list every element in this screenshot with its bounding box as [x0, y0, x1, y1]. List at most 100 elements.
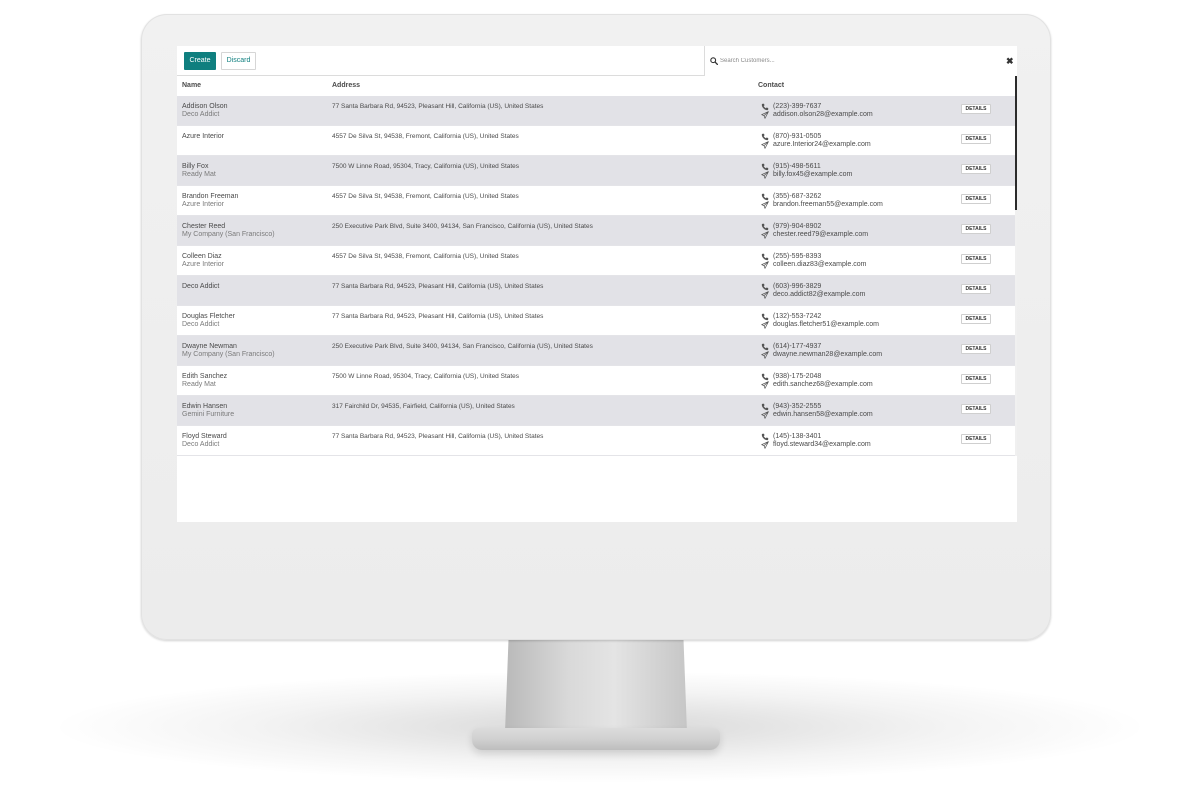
customer-address: 4557 De Silva St, 94538, Fremont, Califo… — [332, 133, 519, 140]
customer-name: Edith Sanchez — [182, 373, 228, 380]
customer-phone[interactable]: (979)-904-8902 — [773, 223, 821, 231]
table-row[interactable]: Dwayne Newman My Company (San Francisco)… — [177, 336, 1015, 366]
phone-icon — [761, 253, 769, 261]
phone-icon — [761, 313, 769, 321]
table-row[interactable]: Douglas Fletcher Deco Addict 77 Santa Ba… — [177, 306, 1015, 336]
details-button[interactable]: DETAILS — [961, 224, 991, 234]
customer-company: Ready Mat — [182, 381, 216, 388]
details-button[interactable]: DETAILS — [961, 194, 991, 204]
table-row[interactable]: Chester Reed My Company (San Francisco) … — [177, 216, 1015, 246]
customer-email[interactable]: floyd.steward34@example.com — [773, 441, 871, 449]
monitor-stand-base — [472, 728, 720, 750]
customer-phone[interactable]: (938)-175-2048 — [773, 373, 821, 381]
customer-list: Addison Olson Deco Addict 77 Santa Barba… — [177, 96, 1015, 456]
scrollbar-thumb[interactable] — [1015, 76, 1017, 210]
customer-email[interactable]: chester.reed79@example.com — [773, 231, 868, 239]
phone-icon — [761, 163, 769, 171]
table-row[interactable]: Colleen Diaz Azure Interior 4557 De Silv… — [177, 246, 1015, 276]
customer-company: Deco Addict — [182, 111, 220, 118]
phone-icon — [761, 403, 769, 411]
details-button[interactable]: DETAILS — [961, 434, 991, 444]
customer-address: 4557 De Silva St, 94538, Fremont, Califo… — [332, 253, 519, 260]
customer-phone[interactable]: (603)-996-3829 — [773, 283, 821, 291]
details-button[interactable]: DETAILS — [961, 344, 991, 354]
paper-plane-icon — [761, 141, 769, 149]
customer-email[interactable]: deco.addict82@example.com — [773, 291, 865, 299]
search-input[interactable] — [720, 54, 990, 68]
column-header-address[interactable]: Address — [332, 76, 360, 96]
search-box[interactable]: ✖ — [704, 46, 1017, 76]
customer-phone[interactable]: (223)-399-7637 — [773, 103, 821, 111]
details-button[interactable]: DETAILS — [961, 314, 991, 324]
discard-button[interactable]: Discard — [221, 52, 256, 70]
table-row[interactable]: Brandon Freeman Azure Interior 4557 De S… — [177, 186, 1015, 216]
paper-plane-icon — [761, 381, 769, 389]
customer-address: 77 Santa Barbara Rd, 94523, Pleasant Hil… — [332, 103, 544, 110]
column-header-name[interactable]: Name — [182, 76, 201, 96]
details-button[interactable]: DETAILS — [961, 134, 991, 144]
close-icon[interactable]: ✖ — [1006, 56, 1014, 66]
customer-phone[interactable]: (145)-138-3401 — [773, 433, 821, 441]
customer-name: Deco Addict — [182, 283, 220, 290]
paper-plane-icon — [761, 321, 769, 329]
create-button[interactable]: Create — [184, 52, 216, 70]
table-row[interactable]: Azure Interior 4557 De Silva St, 94538, … — [177, 126, 1015, 156]
details-button[interactable]: DETAILS — [961, 164, 991, 174]
column-header-contact[interactable]: Contact — [758, 76, 784, 96]
customer-phone[interactable]: (870)-931-0505 — [773, 133, 821, 141]
customer-phone[interactable]: (943)-352-2555 — [773, 403, 821, 411]
paper-plane-icon — [761, 351, 769, 359]
customer-phone[interactable]: (614)-177-4937 — [773, 343, 821, 351]
customer-phone[interactable]: (255)-595-8393 — [773, 253, 821, 261]
details-button[interactable]: DETAILS — [961, 254, 991, 264]
customer-phone[interactable]: (132)-553-7242 — [773, 313, 821, 321]
customer-name: Addison Olson — [182, 103, 228, 110]
search-icon — [710, 57, 718, 65]
customer-address: 7500 W Linne Road, 95304, Tracy, Califor… — [332, 163, 520, 170]
customer-email[interactable]: douglas.fletcher51@example.com — [773, 321, 879, 329]
customer-email[interactable]: azure.Interior24@example.com — [773, 141, 871, 149]
customer-email[interactable]: colleen.diaz83@example.com — [773, 261, 867, 269]
table-row[interactable]: Addison Olson Deco Addict 77 Santa Barba… — [177, 96, 1015, 126]
customer-company: Deco Addict — [182, 321, 220, 328]
customer-phone[interactable]: (355)-687-3262 — [773, 193, 821, 201]
paper-plane-icon — [761, 441, 769, 449]
paper-plane-icon — [761, 291, 769, 299]
table-row[interactable]: Edwin Hansen Gemini Furniture 317 Fairch… — [177, 396, 1015, 426]
details-button[interactable]: DETAILS — [961, 404, 991, 414]
customer-name: Brandon Freeman — [182, 193, 239, 200]
table-header: Name Address Contact — [177, 76, 1017, 96]
customer-address: 4557 De Silva St, 94538, Fremont, Califo… — [332, 193, 519, 200]
customer-name: Dwayne Newman — [182, 343, 237, 350]
table-row[interactable]: Billy Fox Ready Mat 7500 W Linne Road, 9… — [177, 156, 1015, 186]
app-screen: Create Discard ✖ Name Address Contact Ad… — [177, 46, 1017, 522]
customer-email[interactable]: billy.fox45@example.com — [773, 171, 852, 179]
phone-icon — [761, 133, 769, 141]
customer-email[interactable]: brandon.freeman55@example.com — [773, 201, 883, 209]
customer-company: Gemini Furniture — [182, 411, 235, 418]
customer-email[interactable]: dwayne.newman28@example.com — [773, 351, 882, 359]
details-button[interactable]: DETAILS — [961, 284, 991, 294]
customer-email[interactable]: edwin.hansen58@example.com — [773, 411, 873, 419]
customer-phone[interactable]: (915)-498-5611 — [773, 163, 821, 171]
customer-address: 77 Santa Barbara Rd, 94523, Pleasant Hil… — [332, 313, 544, 320]
details-button[interactable]: DETAILS — [961, 374, 991, 384]
table-row[interactable]: Deco Addict 77 Santa Barbara Rd, 94523, … — [177, 276, 1015, 306]
phone-icon — [761, 433, 769, 441]
customer-name: Floyd Steward — [182, 433, 227, 440]
customer-email[interactable]: addison.olson28@example.com — [773, 111, 873, 119]
paper-plane-icon — [761, 411, 769, 419]
details-button[interactable]: DETAILS — [961, 104, 991, 114]
customer-email[interactable]: edith.sanchez68@example.com — [773, 381, 873, 389]
customer-name: Colleen Diaz — [182, 253, 222, 260]
table-row[interactable]: Edith Sanchez Ready Mat 7500 W Linne Roa… — [177, 366, 1015, 396]
paper-plane-icon — [761, 261, 769, 269]
phone-icon — [761, 103, 769, 111]
paper-plane-icon — [761, 201, 769, 209]
table-row[interactable]: Floyd Steward Deco Addict 77 Santa Barba… — [177, 426, 1015, 456]
phone-icon — [761, 373, 769, 381]
customer-name: Billy Fox — [182, 163, 209, 170]
monitor-stand-neck — [505, 636, 687, 732]
paper-plane-icon — [761, 111, 769, 119]
phone-icon — [761, 193, 769, 201]
